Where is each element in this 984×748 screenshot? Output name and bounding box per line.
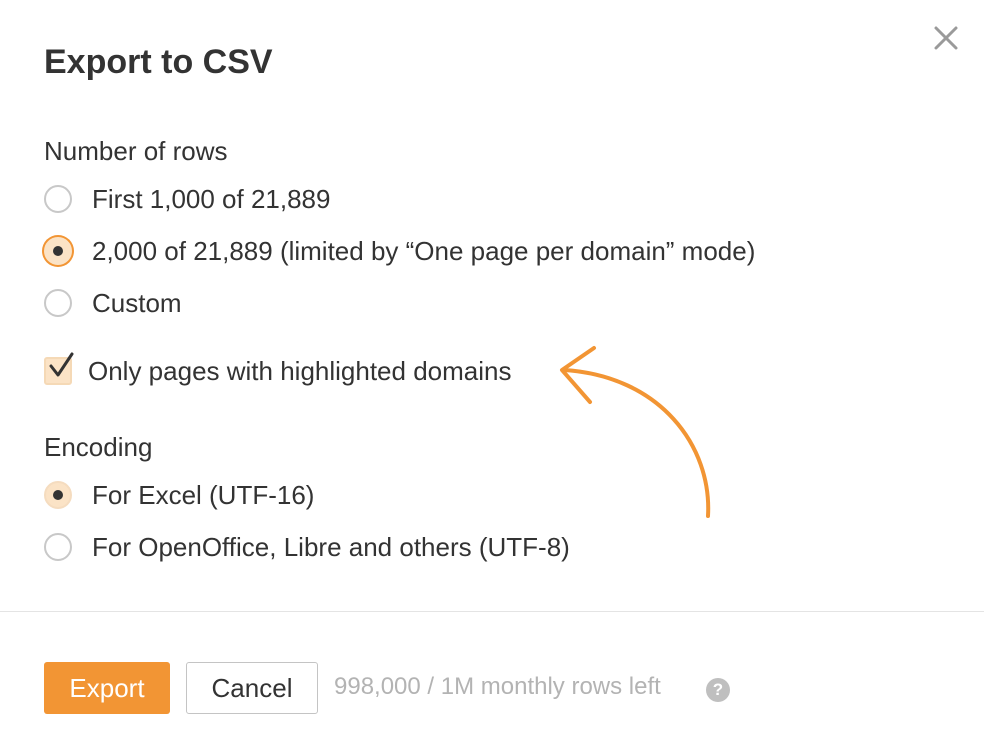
radio-dot-icon <box>53 246 63 256</box>
rows-option-custom[interactable]: Custom <box>44 286 182 320</box>
encoding-label: Encoding <box>44 432 153 462</box>
help-icon[interactable]: ? <box>706 678 730 702</box>
highlighted-domains-checkbox-row[interactable]: Only pages with highlighted domains <box>44 352 512 388</box>
radio-dot-icon <box>53 490 63 500</box>
encoding-option-utf16[interactable]: For Excel (UTF-16) <box>44 478 314 512</box>
checkbox-checked[interactable] <box>44 352 74 385</box>
dialog-title: Export to CSV <box>44 43 273 81</box>
monthly-rows-left-text: 998,000 / 1M monthly rows left <box>334 673 661 700</box>
rows-option-label: Custom <box>92 288 182 318</box>
close-icon[interactable] <box>932 24 960 52</box>
encoding-option-label: For Excel (UTF-16) <box>92 480 315 510</box>
radio-unchecked[interactable] <box>44 185 72 213</box>
encoding-option-label: For OpenOffice, Libre and others (UTF-8) <box>92 532 570 562</box>
rows-option-label: First 1,000 of 21,889 <box>92 184 331 214</box>
encoding-option-utf8[interactable]: For OpenOffice, Libre and others (UTF-8) <box>44 530 570 564</box>
radio-unchecked[interactable] <box>44 533 72 561</box>
radio-checked[interactable] <box>44 481 72 509</box>
rows-option-2000[interactable]: 2,000 of 21,889 (limited by “One page pe… <box>44 234 755 268</box>
cancel-button[interactable]: Cancel <box>186 662 318 714</box>
export-csv-dialog: Export to CSV Number of rows First 1,000… <box>0 0 984 748</box>
checkmark-icon <box>49 352 74 377</box>
radio-checked[interactable] <box>44 237 72 265</box>
highlighted-domains-label: Only pages with highlighted domains <box>88 356 512 386</box>
rows-option-first-1000[interactable]: First 1,000 of 21,889 <box>44 182 330 216</box>
rows-option-label: 2,000 of 21,889 (limited by “One page pe… <box>92 236 756 266</box>
footer-divider <box>0 611 984 612</box>
radio-unchecked[interactable] <box>44 289 72 317</box>
number-of-rows-label: Number of rows <box>44 136 228 166</box>
curved-arrow-icon <box>560 346 711 518</box>
export-button[interactable]: Export <box>44 662 170 714</box>
